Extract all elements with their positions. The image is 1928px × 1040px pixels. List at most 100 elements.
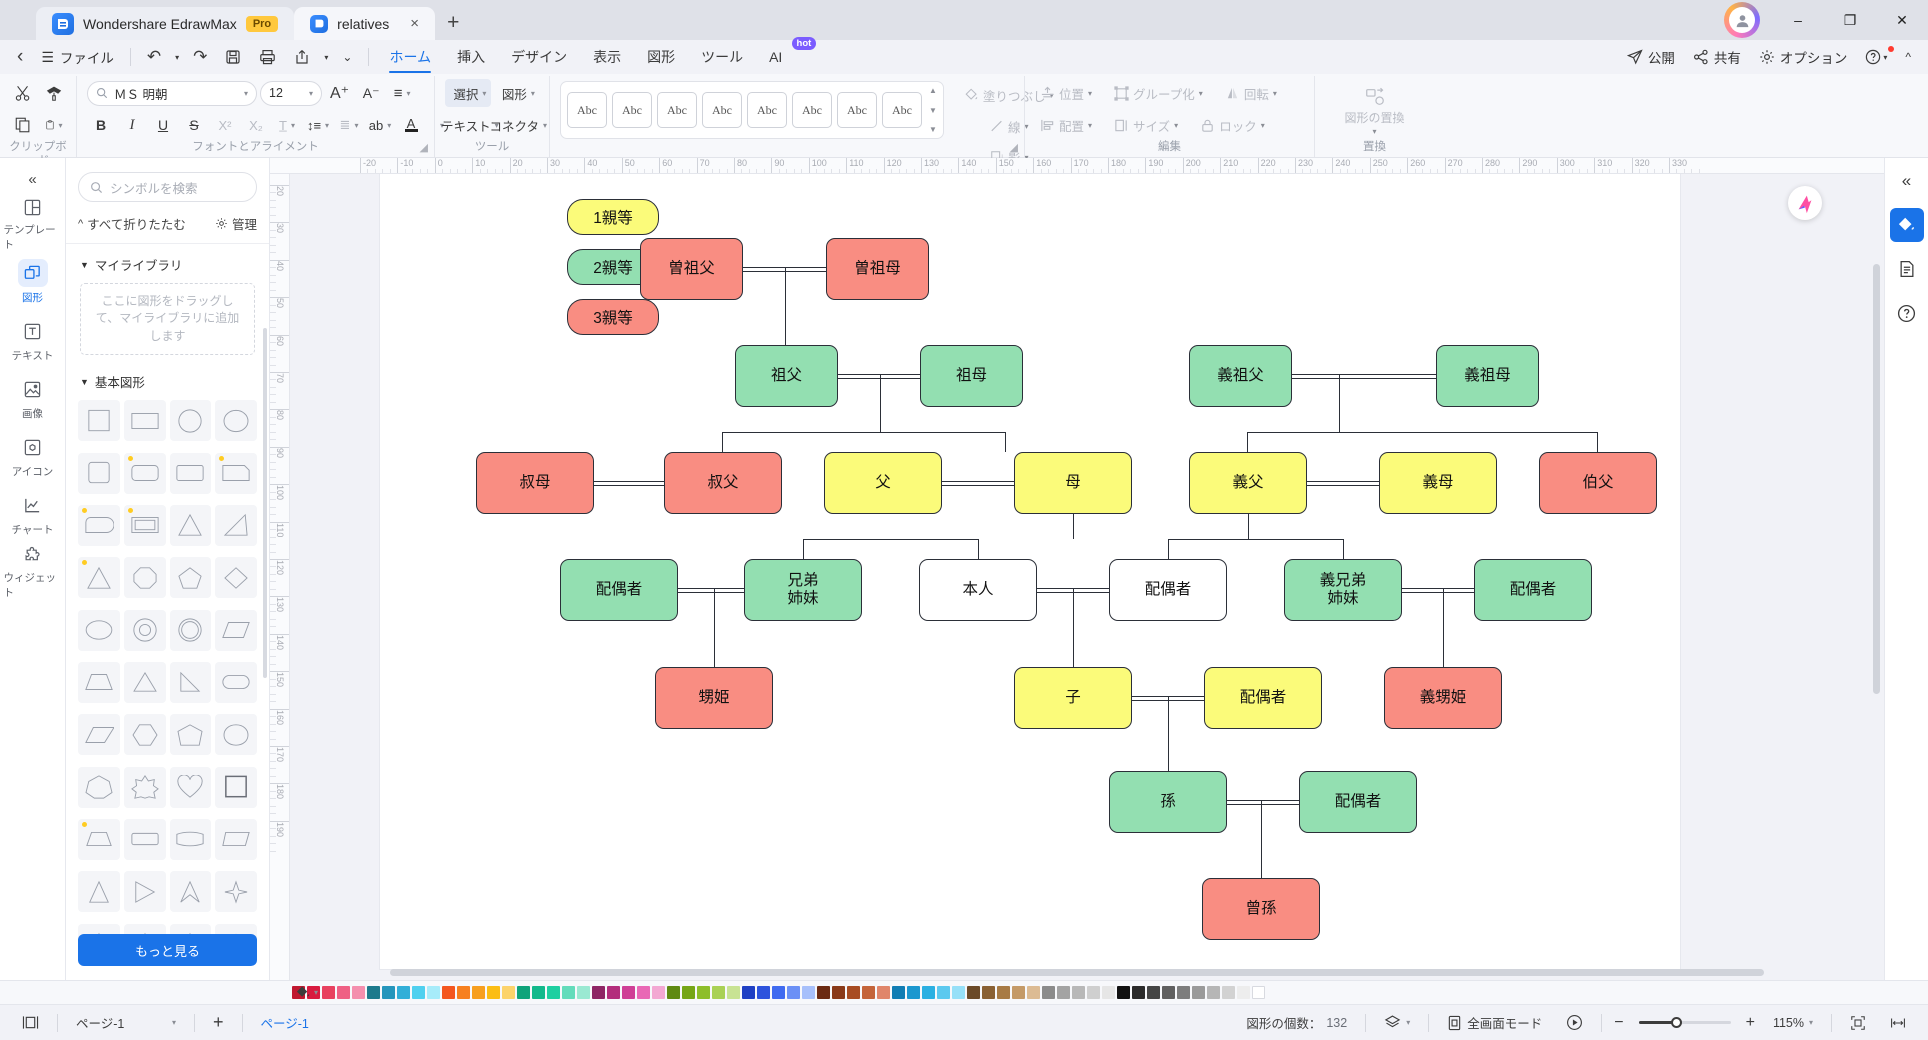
publish-button[interactable]: 公開 [1618,40,1684,74]
size-button[interactable]: サイズ▾ [1109,111,1183,139]
shape-trapezoid[interactable] [78,662,120,703]
style-gallery-scroll[interactable]: ▲ ▼ ▼ [927,86,937,134]
redo-button[interactable]: ↷ [184,40,216,74]
my-library-section-header[interactable]: ▼ マイライブラリ [66,244,269,281]
palette-swatch[interactable] [967,986,980,999]
diagram-node[interactable]: 祖母 [920,345,1023,407]
rotate-button[interactable]: 回転▾ [1220,79,1282,107]
undo-button[interactable]: ↶ [138,40,170,74]
shape-rectangle[interactable] [124,400,166,441]
back-button[interactable]: ‹ [8,40,32,74]
marriage-connector[interactable] [678,588,744,589]
diagram-node[interactable]: 伯父 [1539,452,1657,514]
palette-swatch[interactable] [952,986,965,999]
fit-page-button[interactable] [1838,1010,1878,1036]
diagram-node[interactable]: 義母 [1379,452,1497,514]
shape-blob[interactable] [215,714,257,755]
palette-swatch[interactable] [532,986,545,999]
palette-swatch[interactable] [997,986,1010,999]
shape-pentagon[interactable] [170,557,212,598]
page-layout-toggle[interactable] [10,1010,51,1036]
diagram-node[interactable]: 叔母 [476,452,594,514]
diagram-node[interactable]: 配偶者 [560,559,678,621]
close-tab-icon[interactable]: × [410,15,419,32]
palette-swatch[interactable] [922,986,935,999]
shape-square-outline[interactable] [215,767,257,808]
child-connector[interactable] [880,375,881,432]
palette-swatch[interactable] [727,986,740,999]
diagram-node[interactable]: 甥姫 [655,667,773,729]
shape-donut[interactable] [124,610,166,651]
diagram-node[interactable]: 本人 [919,559,1037,621]
symbol-search-input[interactable]: シンボルを検索 [78,172,257,202]
diagram-node[interactable]: 子 [1014,667,1132,729]
style-swatch[interactable]: Abc [567,92,607,128]
ribbon-tab-home[interactable]: ホーム [376,40,444,74]
palette-swatch[interactable] [877,986,890,999]
palette-swatch[interactable] [322,986,335,999]
diagram-node[interactable]: 配偶者 [1109,559,1227,621]
avatar[interactable] [1724,2,1760,38]
palette-swatch[interactable] [577,986,590,999]
ribbon-tab-insert[interactable]: 挿入 [444,40,498,74]
marriage-connector[interactable] [942,481,1014,482]
fit-width-button[interactable] [1878,1010,1918,1036]
bold-button[interactable]: B [87,111,115,139]
style-swatch[interactable]: Abc [747,92,787,128]
sidebar-item-shapes[interactable]: 図形 [4,254,62,310]
horizontal-scrollbar[interactable] [390,969,1764,976]
shape-one-corner-rounded[interactable] [215,453,257,494]
child-connector[interactable] [803,539,804,559]
palette-swatch[interactable] [1042,986,1055,999]
palette-swatch[interactable] [982,986,995,999]
ribbon-tab-shape[interactable]: 図形 [634,40,688,74]
change-case-button[interactable]: ab▾ [366,111,394,139]
palette-swatch[interactable] [517,986,530,999]
palette-swatch[interactable] [547,986,560,999]
child-connector[interactable] [1443,589,1444,667]
export-button[interactable] [285,40,319,74]
save-button[interactable] [216,40,250,74]
diagram-node[interactable]: 義父 [1189,452,1307,514]
palette-swatch[interactable] [907,986,920,999]
palette-swatch[interactable] [1222,986,1235,999]
zoom-in-button[interactable]: + [1740,1010,1761,1036]
sidebar-item-chart[interactable]: チャート [4,486,62,542]
sibling-bus[interactable] [722,432,1005,433]
fill-bucket-icon[interactable] [1890,208,1924,242]
child-connector[interactable] [1597,432,1598,452]
marriage-connector[interactable] [1307,481,1379,482]
palette-swatch[interactable] [937,986,950,999]
diagram-node[interactable]: 義祖母 [1436,345,1539,407]
diagram-node[interactable]: 曾孫 [1202,878,1320,940]
close-window-button[interactable]: ✕ [1876,0,1928,40]
page-select[interactable]: ページ-1 ▾ [64,1010,188,1036]
zoom-slider[interactable] [1639,1021,1731,1024]
diagram-node[interactable]: 父 [824,452,942,514]
legend-item-3[interactable]: 3親等 [567,299,659,335]
shape-triangle[interactable] [170,505,212,546]
subscript-button[interactable]: X₂ [242,111,270,139]
shape-slanted-triangle[interactable] [124,871,166,912]
shape-right-angle[interactable] [170,662,212,703]
palette-swatch[interactable] [772,986,785,999]
shape-4-point-star[interactable] [215,871,257,912]
shape-circle[interactable] [170,400,212,441]
font-size-select[interactable]: 12 ▾ [260,81,322,106]
shape-chevron-bar[interactable] [215,819,257,860]
cut-button[interactable] [9,79,37,107]
select-tool-button[interactable]: 選択▾ [445,79,491,107]
add-page-button[interactable]: + [201,1010,236,1036]
style-gallery[interactable]: Abc Abc Abc Abc Abc Abc Abc Abc ▲ ▼ ▼ [560,81,944,139]
palette-swatch[interactable] [1057,986,1070,999]
palette-swatch[interactable] [337,986,350,999]
superscript-button[interactable]: X² [211,111,239,139]
scroll-up-icon[interactable]: ▲ [929,86,937,95]
shape-hexagon[interactable] [124,714,166,755]
child-connector[interactable] [1168,697,1169,771]
maximize-button[interactable]: ❐ [1824,0,1876,40]
palette-swatch[interactable] [697,986,710,999]
palette-swatch[interactable] [1237,986,1250,999]
fullscreen-mode-button[interactable]: 全画面モード [1435,1010,1554,1036]
drawing-page[interactable]: 1親等2親等3親等曽祖父曽祖母祖父祖母義祖父義祖母叔母叔父父母義父義母伯父配偶者… [380,174,1680,969]
